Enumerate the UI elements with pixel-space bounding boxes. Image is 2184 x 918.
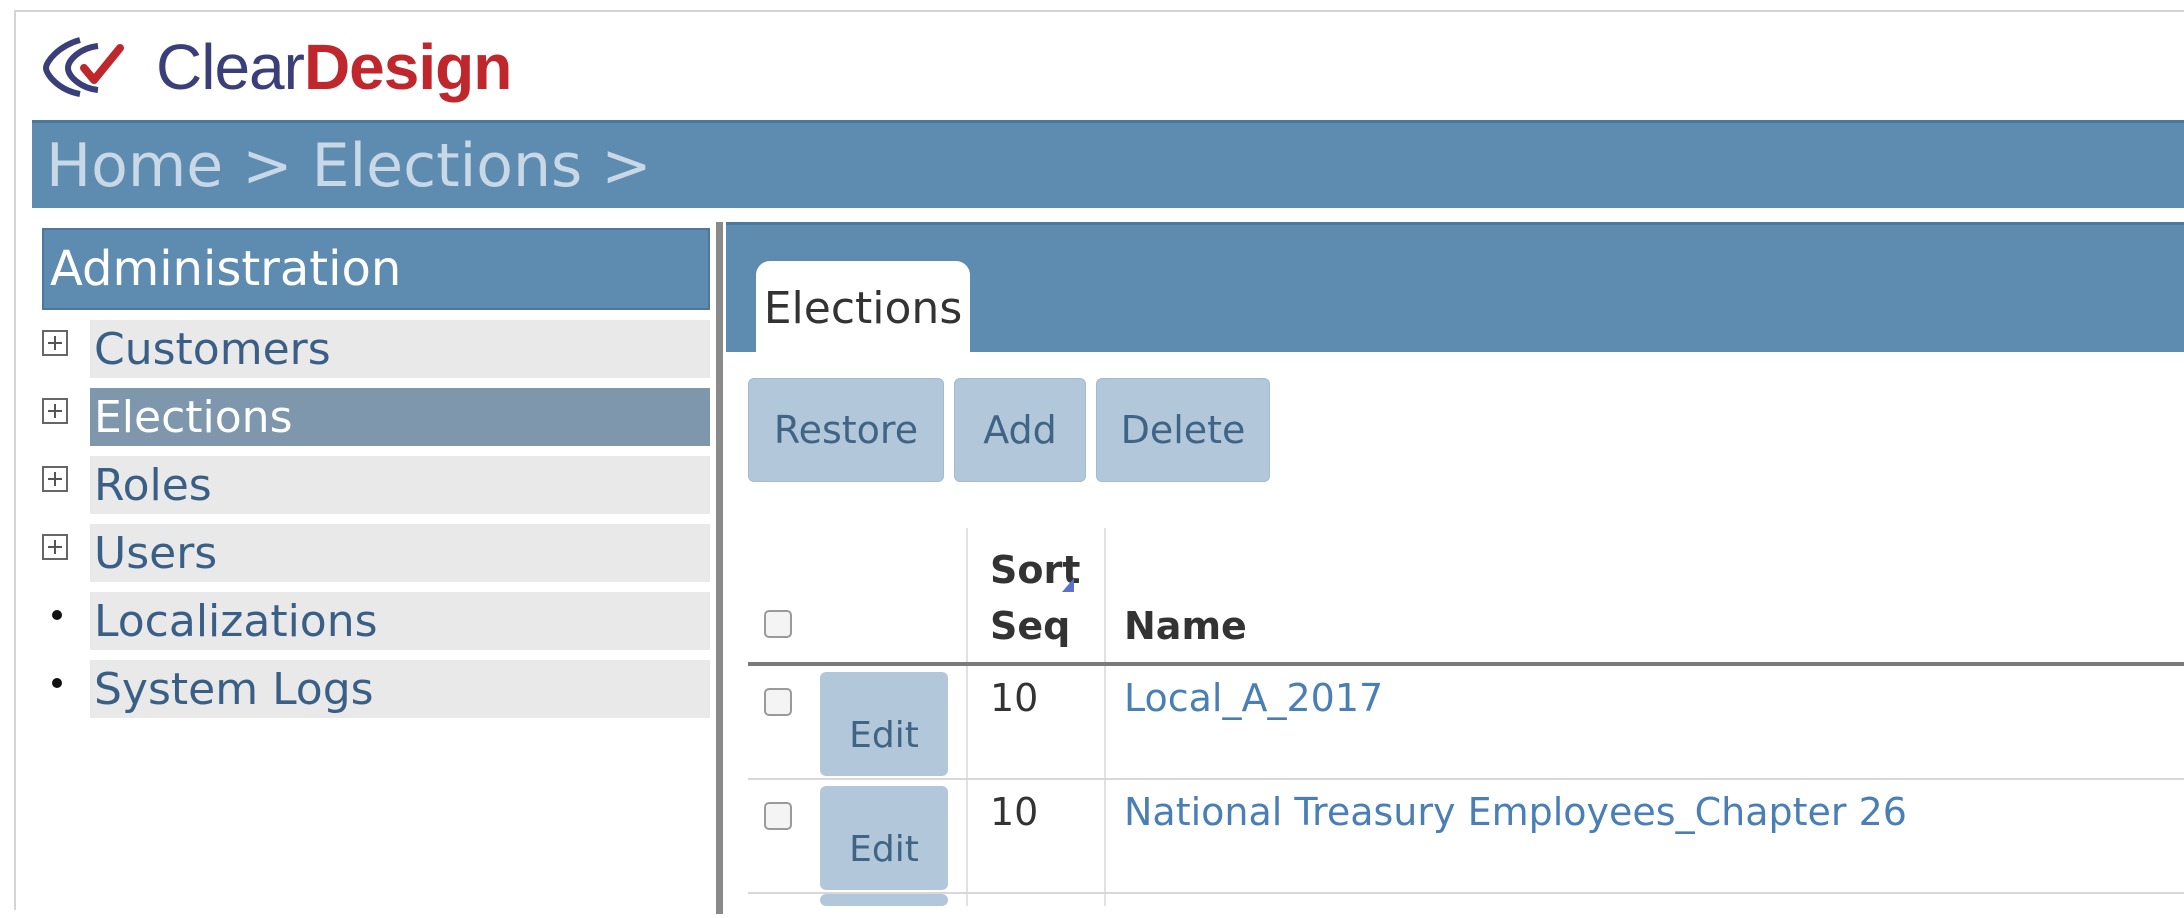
sidebar-item-elections[interactable]: Elections (42, 388, 710, 446)
eye-check-icon (42, 37, 124, 97)
expand-icon[interactable] (42, 534, 68, 560)
select-all-checkbox[interactable] (764, 610, 792, 638)
table-row-partial (748, 894, 2184, 906)
pane-splitter[interactable] (716, 222, 723, 914)
bullet-icon (52, 678, 62, 688)
breadcrumb: Home > Elections > (32, 120, 2184, 208)
expand-icon[interactable] (42, 466, 68, 492)
add-button[interactable]: Add (954, 378, 1086, 482)
column-separator (966, 528, 968, 662)
column-separator (1104, 780, 1106, 892)
column-separator (966, 780, 968, 892)
edit-button[interactable]: Edit (820, 786, 948, 890)
column-separator (1104, 666, 1106, 778)
sidebar: Administration Customers Elections Roles… (42, 228, 710, 918)
toolbar: Restore Add Delete (748, 378, 1280, 482)
sidebar-item-roles[interactable]: Roles (42, 456, 710, 514)
sidebar-item-label[interactable]: Elections (90, 388, 710, 446)
logo-text-design: Design (303, 31, 512, 103)
tab-bar: Elections (726, 222, 2184, 355)
sort-indicator-icon[interactable] (1062, 578, 1074, 592)
bullet-icon (52, 610, 62, 620)
logo-text-clear: Clear (156, 31, 305, 103)
row-checkbox[interactable] (764, 802, 792, 830)
tab-elections[interactable]: Elections (756, 261, 970, 355)
column-header-sort-seq-line2: Seq (990, 604, 1071, 648)
sidebar-item-label[interactable]: Roles (90, 456, 710, 514)
cell-name-link[interactable]: National Treasury Employees_Chapter 26 (1124, 790, 1907, 834)
cell-sort-seq: 10 (990, 790, 1039, 834)
sidebar-item-customers[interactable]: Customers (42, 320, 710, 378)
logo-text: ClearDesign (156, 30, 512, 104)
cell-name-link[interactable]: Local_A_2017 (1124, 676, 1383, 720)
sidebar-item-label[interactable]: Localizations (90, 592, 710, 650)
expand-icon[interactable] (42, 398, 68, 424)
column-separator (966, 666, 968, 778)
sidebar-title: Administration (42, 228, 710, 310)
expand-icon[interactable] (42, 330, 68, 356)
table-header: Sort Seq Name (748, 528, 2184, 666)
logo[interactable]: ClearDesign (40, 22, 512, 112)
sidebar-item-localizations[interactable]: Localizations (42, 592, 710, 650)
restore-button[interactable]: Restore (748, 378, 944, 482)
cell-sort-seq: 10 (990, 676, 1039, 720)
column-header-sort-seq[interactable]: Sort Seq (990, 542, 1080, 654)
elections-table: Sort Seq Name Edit 10 Local_A_2017 Edit … (748, 528, 2184, 906)
sidebar-list: Customers Elections Roles Users Localiza… (42, 320, 710, 718)
table-row: Edit 10 National Treasury Employees_Chap… (748, 780, 2184, 894)
delete-button[interactable]: Delete (1096, 378, 1270, 482)
sidebar-item-system-logs[interactable]: System Logs (42, 660, 710, 718)
sidebar-item-users[interactable]: Users (42, 524, 710, 582)
edit-button[interactable]: Edit (820, 672, 948, 776)
table-row: Edit 10 Local_A_2017 (748, 666, 2184, 780)
sidebar-item-label[interactable]: Users (90, 524, 710, 582)
edit-button-partial[interactable] (820, 894, 948, 906)
breadcrumb-text[interactable]: Home > Elections > (46, 131, 652, 201)
column-header-name[interactable]: Name (1124, 604, 1247, 648)
column-separator (1104, 894, 1106, 906)
column-separator (1104, 528, 1106, 662)
main-panel: Elections Restore Add Delete Sort Seq Na… (726, 222, 2184, 914)
sidebar-item-label[interactable]: Customers (90, 320, 710, 378)
row-checkbox[interactable] (764, 688, 792, 716)
sidebar-item-label[interactable]: System Logs (90, 660, 710, 718)
column-separator (966, 894, 968, 906)
